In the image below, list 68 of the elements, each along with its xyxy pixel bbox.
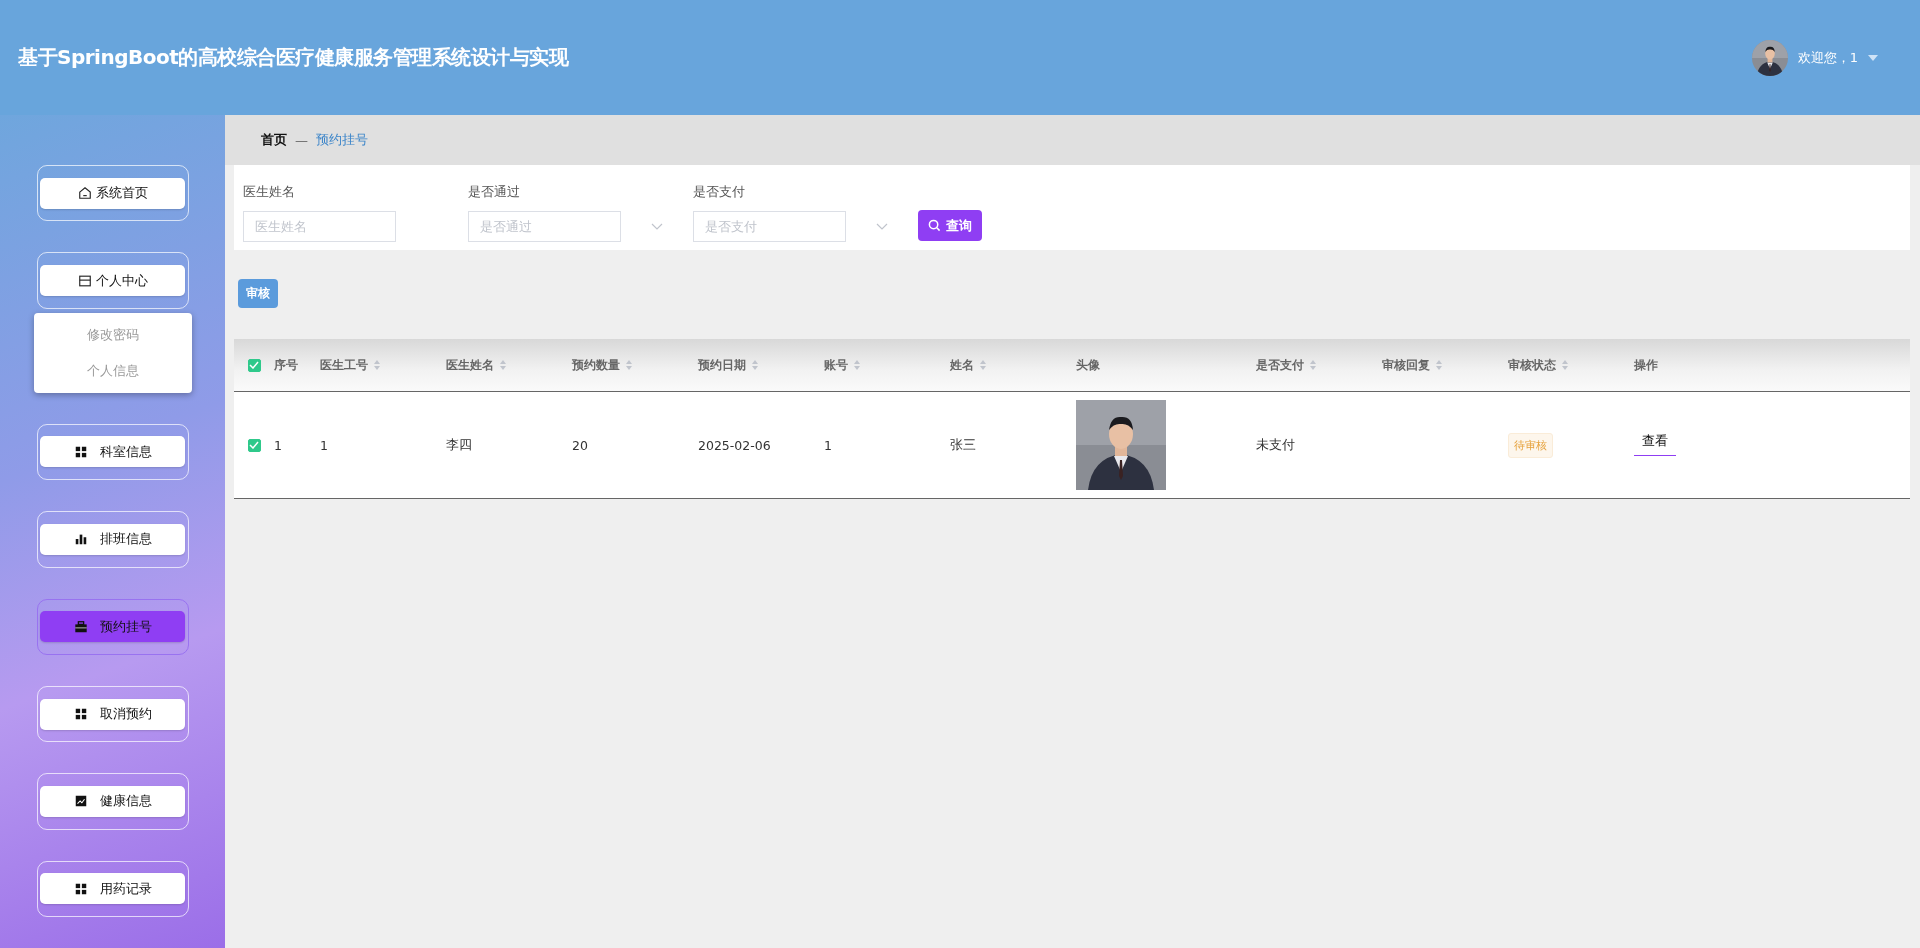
sort-icon [625,359,633,371]
submenu-item[interactable]: 修改密码 [33,316,192,353]
sidebar-item[interactable]: 健康信息 [40,785,185,817]
field-label: 是否通过 [468,183,521,201]
submenu-item[interactable]: 个人信息 [33,352,192,389]
user-greeting[interactable]: 欢迎您，1 [1797,48,1858,67]
line-chart-icon [73,794,88,809]
breadcrumb-link[interactable]: 首页 [261,131,287,149]
sort-icon [751,359,759,371]
table-cell: 1 [320,437,328,453]
chevron-down-icon [651,222,663,231]
table-cell: 20 [572,437,588,453]
review-button[interactable]: 审核 [238,279,278,308]
sort-icon [979,359,987,371]
column-header: 头像 [1076,356,1100,374]
sidebar-item[interactable]: 系统首页 [40,177,185,209]
table-cell: 2025-02-06 [698,437,771,453]
sort-icon [1309,359,1317,371]
sidebar-item[interactable]: 用药记录 [40,873,185,905]
sidebar-item[interactable]: 预约挂号 [40,611,185,643]
search-icon [928,219,941,232]
grid-icon [73,707,88,722]
field-label: 医生姓名 [243,183,296,201]
view-button[interactable]: 查看 [1634,430,1676,456]
sort-icon [373,359,381,371]
column-header[interactable]: 医生工号 [320,356,381,374]
table-cell: 未支付 [1256,436,1295,454]
table-cell: 1 [274,437,282,453]
table-cell: 1 [824,437,832,453]
column-header[interactable]: 医生姓名 [446,356,507,374]
bar-chart-icon [73,532,88,547]
home-icon [77,186,92,201]
sidebar-item[interactable]: 个人中心 [40,265,185,297]
search-button[interactable]: 查询 [918,210,982,241]
column-header: 操作 [1634,356,1658,374]
column-header[interactable]: 审核回复 [1382,356,1443,374]
input-field[interactable]: 医生姓名 [243,211,396,242]
card-icon [77,273,92,288]
sort-icon [1435,359,1443,371]
sort-icon [853,359,861,371]
column-header[interactable]: 审核状态 [1508,356,1569,374]
sidebar-item[interactable]: 科室信息 [40,436,185,468]
grid-icon [73,444,88,459]
select-field[interactable]: 是否通过 [468,211,621,242]
table-cell: 张三 [950,436,976,454]
chevron-down-icon [876,222,888,231]
breadcrumb-separator: — [295,132,308,148]
column-header[interactable]: 是否支付 [1256,356,1317,374]
column-header[interactable]: 账号 [824,356,861,374]
sort-icon [499,359,507,371]
sidebar-item[interactable]: 排班信息 [40,523,185,555]
app-title: 基于SpringBoot的高校综合医疗健康服务管理系统设计与实现 [18,44,569,71]
column-header[interactable]: 预约数量 [572,356,633,374]
column-header[interactable]: 预约日期 [698,356,759,374]
sort-icon [1561,359,1569,371]
checkbox[interactable] [247,438,261,452]
column-header: 序号 [274,356,298,374]
breadcrumb-link[interactable]: 预约挂号 [316,131,368,149]
caret-icon [1868,53,1878,62]
status-tag: 待审核 [1508,432,1553,458]
select-field[interactable]: 是否支付 [693,211,846,242]
briefcase-icon [73,619,88,634]
field-label: 是否支付 [693,183,746,201]
table-cell: 李四 [446,436,472,454]
checkbox[interactable] [247,358,261,372]
sidebar-item[interactable]: 取消预约 [40,698,185,730]
column-header[interactable]: 姓名 [950,356,987,374]
grid-icon [73,881,88,896]
